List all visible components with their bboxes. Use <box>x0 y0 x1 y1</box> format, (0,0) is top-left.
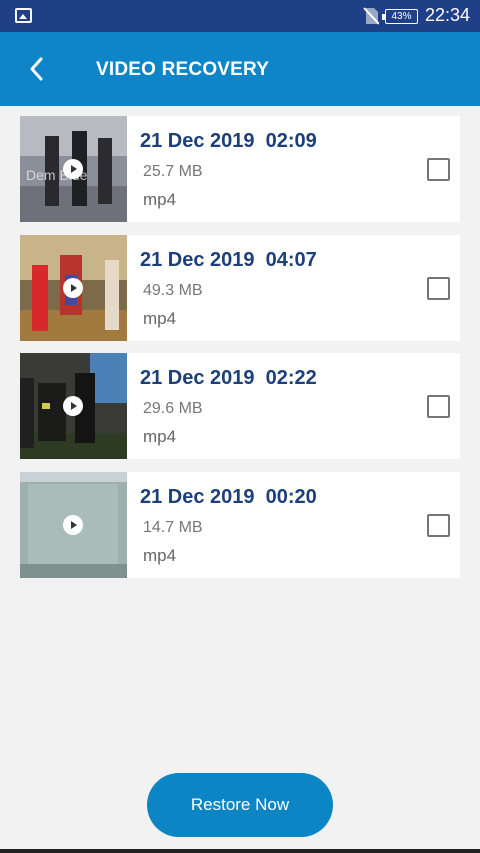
play-icon[interactable] <box>63 514 83 535</box>
select-checkbox[interactable] <box>427 276 450 300</box>
video-size: 14.7 MB <box>143 518 203 536</box>
video-format: mp4 <box>143 190 177 209</box>
image-notification-icon <box>15 8 32 23</box>
video-date: 21 Dec 2019 00:20 <box>140 485 317 508</box>
select-checkbox[interactable] <box>427 513 450 537</box>
no-sim-icon <box>363 7 379 25</box>
video-format: mp4 <box>143 308 177 328</box>
page-title: VIDEO RECOVERY <box>96 59 270 80</box>
select-checkbox[interactable] <box>427 395 450 418</box>
video-item[interactable]: 21 Dec 2019 00:20 14.7 MB mp4 <box>20 471 460 578</box>
video-item[interactable]: 21 Dec 2019 04:07 49.3 MB mp4 <box>20 234 460 341</box>
video-size: 29.6 MB <box>143 400 203 417</box>
navigation-bar <box>0 849 480 853</box>
video-thumbnail[interactable] <box>20 234 127 341</box>
video-date: 21 Dec 2019 02:09 <box>140 130 317 152</box>
video-size: 49.3 MB <box>143 281 203 299</box>
video-thumbnail[interactable]: Dem Blue <box>20 116 127 222</box>
play-icon[interactable] <box>63 277 83 298</box>
video-thumbnail[interactable] <box>20 471 127 578</box>
battery-icon: 43% <box>382 9 418 24</box>
video-item[interactable]: Dem Blue 21 Dec 2019 02:09 25.7 MB mp4 <box>20 116 460 222</box>
select-checkbox[interactable] <box>427 158 450 181</box>
play-icon[interactable] <box>63 396 83 416</box>
video-format: mp4 <box>143 427 177 446</box>
restore-now-button[interactable]: Restore Now <box>147 773 333 837</box>
back-button[interactable] <box>20 52 54 86</box>
video-date: 21 Dec 2019 02:22 <box>140 367 317 389</box>
video-date: 21 Dec 2019 04:07 <box>140 248 317 271</box>
clock: 22:34 <box>425 5 471 25</box>
video-list: Dem Blue 21 Dec 2019 02:09 25.7 MB mp4 2… <box>20 116 460 590</box>
video-size: 25.7 MB <box>143 163 203 180</box>
play-icon[interactable] <box>63 159 83 179</box>
app-bar: VIDEO RECOVERY <box>0 32 480 106</box>
video-format: mp4 <box>143 545 177 565</box>
video-item[interactable]: 21 Dec 2019 02:22 29.6 MB mp4 <box>20 353 460 459</box>
video-thumbnail[interactable] <box>20 353 127 459</box>
chevron-left-icon <box>30 57 43 81</box>
status-bar: 43% 22:34 <box>0 0 480 32</box>
